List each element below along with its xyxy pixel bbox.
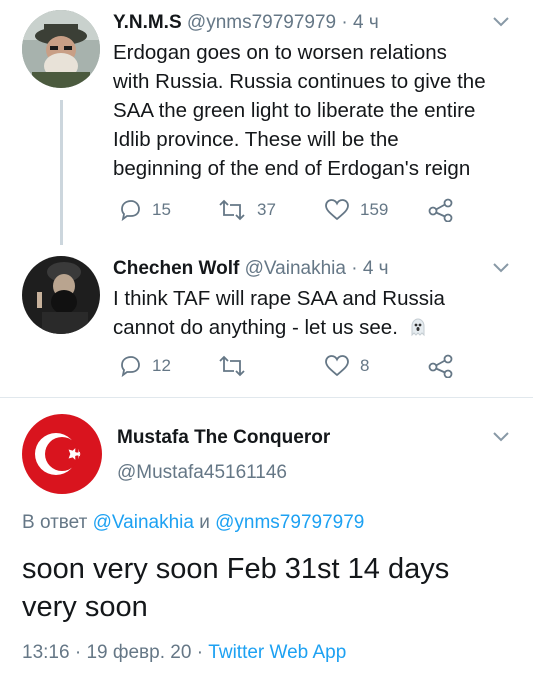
tweet-time[interactable]: 13:16 <box>22 642 70 663</box>
retweet-icon <box>219 355 245 377</box>
handle[interactable]: @ynms79797979 <box>187 12 336 33</box>
separator: · <box>74 642 82 663</box>
replying-to: В ответ @Vainakhia и @ynms79797979 <box>22 512 364 534</box>
reply-and: и <box>199 512 210 533</box>
like-count: 8 <box>360 356 370 375</box>
reply-icon <box>121 356 140 378</box>
avatar-photo <box>22 256 100 334</box>
main-tweet-text-line: soon very soon Feb 31st 14 days <box>22 553 450 585</box>
main-tweet-text: soon very soon Feb 31st 14 days very soo… <box>22 550 512 626</box>
reply-user-link[interactable]: @ynms79797979 <box>215 512 364 533</box>
crescent-star-icon <box>22 414 102 494</box>
reply-user-link[interactable]: @Vainakhia <box>93 512 194 533</box>
tweet-text: I think TAF will rape SAA and Russia can… <box>113 284 513 342</box>
tweet-header: Chechen Wolf @Vainakhia · 4 ч <box>113 258 389 280</box>
avatar-mustafa[interactable] <box>22 414 102 494</box>
reply-button[interactable]: 15 <box>118 198 171 222</box>
timestamp[interactable]: 4 ч <box>363 258 389 279</box>
tweet-meta: 13:16 · 19 февр. 20 · Twitter Web App <box>22 642 346 664</box>
display-name[interactable]: Y.N.M.S <box>113 12 182 33</box>
display-name[interactable]: Mustafa The Conqueror <box>117 427 330 449</box>
divider <box>0 397 533 398</box>
reply-prefix: В ответ <box>22 512 88 533</box>
tweet-text-line: with Russia. Russia continues to give th… <box>113 70 486 93</box>
like-icon <box>325 199 349 221</box>
separator: · <box>196 642 204 663</box>
tweet-text-line: cannot do anything - let us see. <box>113 313 513 342</box>
tweet-text-fragment: cannot do anything - let us see. <box>113 316 398 339</box>
share-button[interactable] <box>428 354 454 383</box>
main-tweet-text-line: very soon <box>22 591 148 623</box>
timestamp[interactable]: 4 ч <box>353 12 379 33</box>
reply-button[interactable]: 12 <box>118 354 171 378</box>
display-name[interactable]: Chechen Wolf <box>113 258 239 279</box>
handle[interactable]: @Mustafa45161146 <box>117 462 287 484</box>
retweet-count: 37 <box>257 200 276 219</box>
tweet-text-line: Idlib province. These will be the <box>113 128 399 151</box>
share-icon <box>428 198 453 223</box>
tweet-source[interactable]: Twitter Web App <box>208 642 346 663</box>
tweet-text-line: I think TAF will rape SAA and Russia <box>113 287 445 310</box>
thread-connector <box>60 100 63 245</box>
reply-count: 12 <box>152 356 171 375</box>
share-button[interactable] <box>428 198 454 227</box>
reply-count: 15 <box>152 200 171 219</box>
retweet-icon <box>219 199 245 221</box>
chevron-down-icon[interactable] <box>491 262 511 274</box>
tweet-date[interactable]: 19 февр. 20 <box>86 642 191 663</box>
reply-icon <box>121 200 140 222</box>
like-button[interactable]: 8 <box>324 354 369 378</box>
share-icon <box>428 354 453 379</box>
avatar-chechen-wolf[interactable] <box>22 256 100 334</box>
retweet-button[interactable] <box>217 354 257 378</box>
tweet-header: Y.N.M.S @ynms79797979 · 4 ч <box>113 12 379 34</box>
chevron-down-icon[interactable] <box>491 16 511 28</box>
avatar-photo <box>22 10 100 88</box>
like-button[interactable]: 159 <box>324 198 388 222</box>
tweet-text-line: Erdogan goes on to worsen relations <box>113 41 447 64</box>
like-count: 159 <box>360 200 389 219</box>
tweet-text-line: beginning of the end of Erdogan's reign <box>113 157 471 180</box>
separator: · <box>341 12 348 33</box>
like-icon <box>325 355 349 377</box>
tweet-text-line: SAA the green light to liberate the enti… <box>113 99 476 122</box>
handle[interactable]: @Vainakhia <box>245 258 346 279</box>
ghost-emoji-icon <box>411 318 425 337</box>
tweet-text: Erdogan goes on to worsen relations with… <box>113 38 513 183</box>
retweet-button[interactable]: 37 <box>217 198 276 222</box>
avatar-ynms[interactable] <box>22 10 100 88</box>
chevron-down-icon[interactable] <box>491 431 511 443</box>
separator: · <box>351 258 358 279</box>
